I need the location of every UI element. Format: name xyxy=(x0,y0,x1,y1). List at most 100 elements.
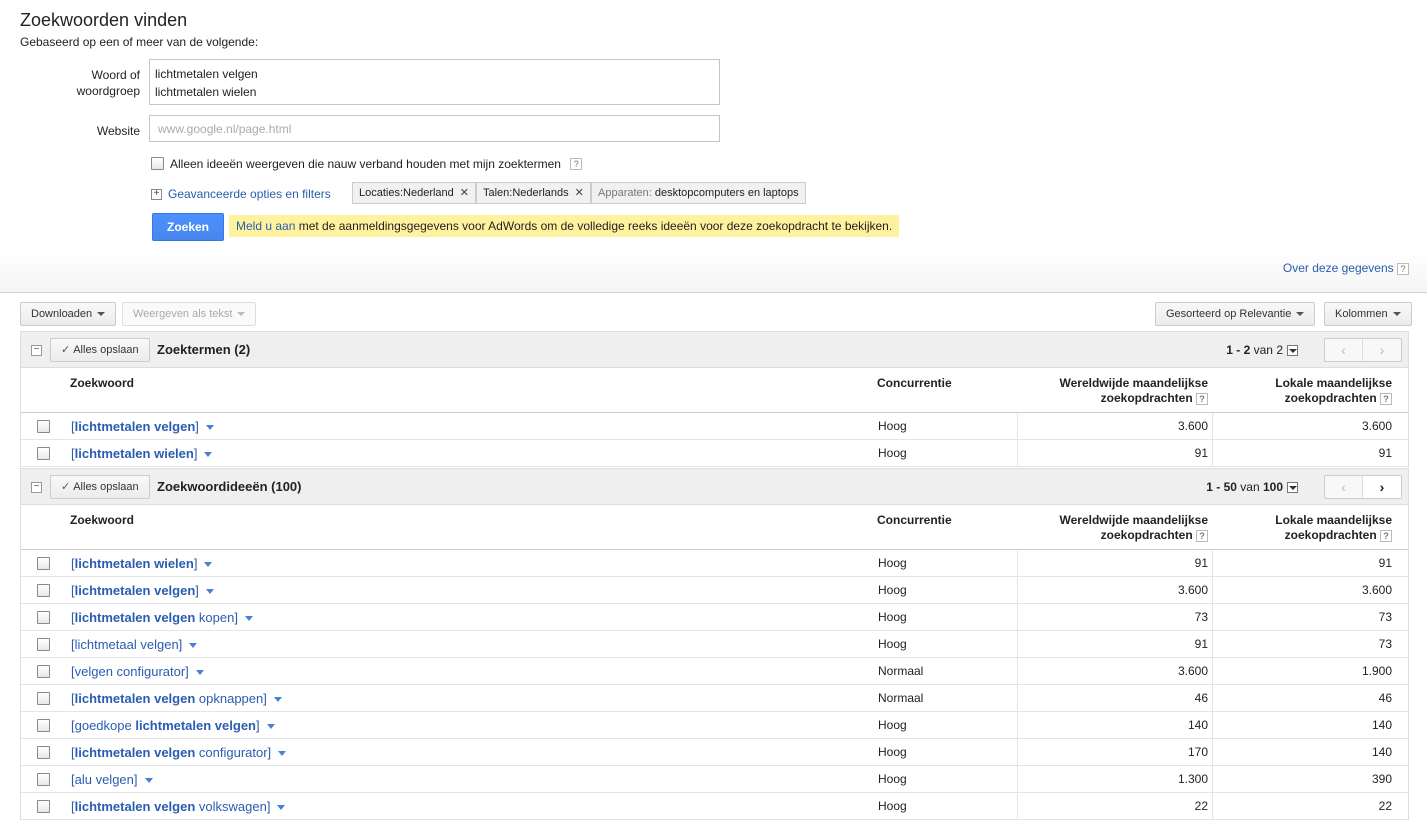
chevron-left-icon[interactable]: ‹ xyxy=(1325,339,1363,361)
sign-in-link[interactable]: Meld u aan xyxy=(236,219,295,233)
column-divider xyxy=(1212,685,1213,711)
remove-icon[interactable]: ✕ xyxy=(460,187,469,199)
remove-icon[interactable]: ✕ xyxy=(575,187,584,199)
about-data-label: Over deze gegevens xyxy=(1282,261,1394,275)
caret-down-icon[interactable] xyxy=(278,751,287,757)
show-as-text-button[interactable]: Weergeven als tekst xyxy=(122,302,257,326)
keyword-link[interactable]: [lichtmetalen wielen] xyxy=(71,446,213,461)
row-checkbox[interactable] xyxy=(37,800,50,813)
columns-dropdown[interactable]: Kolommen xyxy=(1324,302,1412,326)
col-keyword[interactable]: Zoekwoord xyxy=(70,513,134,528)
global-searches-value: 140 xyxy=(1187,718,1208,732)
caret-down-icon[interactable] xyxy=(189,643,198,649)
help-icon[interactable]: ? xyxy=(1196,529,1208,542)
help-icon[interactable]: ? xyxy=(1397,262,1409,275)
col-global[interactable]: Wereldwijde maandelijkse zoekopdrachten ? xyxy=(1059,513,1208,543)
keyword-link[interactable]: [lichtmetalen wielen] xyxy=(71,556,213,571)
row-checkbox[interactable] xyxy=(37,584,50,597)
column-divider xyxy=(1017,631,1018,657)
chip-languages[interactable]: Talen:Nederlands ✕ xyxy=(476,182,591,204)
caret-down-icon[interactable] xyxy=(244,616,253,622)
col-local[interactable]: Lokale maandelijkse zoekopdrachten ? xyxy=(1275,513,1392,543)
row-checkbox[interactable] xyxy=(37,611,50,624)
search-button[interactable]: Zoeken xyxy=(152,213,224,241)
help-icon[interactable]: ? xyxy=(1380,392,1392,405)
competition-value: Hoog xyxy=(878,583,907,597)
local-searches-value: 73 xyxy=(1378,610,1392,624)
col-competition[interactable]: Concurrentie xyxy=(877,513,952,528)
keyword-link[interactable]: [velgen configurator] xyxy=(71,664,204,679)
keyword-label-line-1: Woord of xyxy=(91,68,140,82)
row-checkbox[interactable] xyxy=(37,719,50,732)
col-global-line-2: zoekopdrachten xyxy=(1100,528,1193,542)
row-checkbox[interactable] xyxy=(37,665,50,678)
row-checkbox[interactable] xyxy=(37,746,50,759)
keyword-text: ] xyxy=(195,419,199,434)
chip-devices[interactable]: Apparaten: desktopcomputers en laptops xyxy=(591,182,806,204)
caret-down-icon[interactable] xyxy=(204,452,213,458)
collapse-minus-icon[interactable]: − xyxy=(31,345,42,356)
competition-value: Hoog xyxy=(878,799,907,813)
column-divider xyxy=(1212,604,1213,630)
about-data-link[interactable]: Over deze gegevens ? xyxy=(1283,261,1409,275)
keyword-text: ] xyxy=(195,583,199,598)
keyword-link[interactable]: [lichtmetalen velgen configurator] xyxy=(71,745,287,760)
advanced-options-link[interactable]: + Geavanceerde opties en filters xyxy=(151,184,331,204)
help-icon[interactable]: ? xyxy=(1196,392,1208,405)
col-competition[interactable]: Concurrentie xyxy=(877,376,952,391)
save-all-button[interactable]: ✓ Alles opslaan xyxy=(50,338,150,362)
pager-dropdown-icon[interactable] xyxy=(1287,482,1298,494)
row-checkbox[interactable] xyxy=(37,692,50,705)
col-global[interactable]: Wereldwijde maandelijkse zoekopdrachten ? xyxy=(1059,376,1208,406)
caret-down-icon[interactable] xyxy=(273,697,282,703)
caret-down-icon[interactable] xyxy=(277,805,286,811)
keyword-link[interactable]: [lichtmetalen velgen kopen] xyxy=(71,610,253,625)
row-checkbox[interactable] xyxy=(37,447,50,460)
col-local[interactable]: Lokale maandelijkse zoekopdrachten ? xyxy=(1275,376,1392,406)
column-divider xyxy=(1017,712,1018,738)
caret-down-icon[interactable] xyxy=(144,778,153,784)
sign-in-notice: Meld u aan met de aanmeldingsgegevens vo… xyxy=(229,215,900,237)
caret-down-icon xyxy=(1392,312,1401,317)
keyword-link[interactable]: [lichtmetalen velgen] xyxy=(71,583,214,598)
keyword-link[interactable]: [lichtmetalen velgen opknappen] xyxy=(71,691,282,706)
keyword-link[interactable]: [lichtmetalen velgen volkswagen] xyxy=(71,799,286,814)
keyword-match: lichtmetalen velgen xyxy=(74,583,196,598)
column-divider xyxy=(1017,604,1018,630)
caret-down-icon[interactable] xyxy=(195,670,204,676)
download-button[interactable]: Downloaden xyxy=(20,302,117,326)
row-checkbox[interactable] xyxy=(37,420,50,433)
caret-down-icon[interactable] xyxy=(205,425,214,431)
pager-nav: ‹ › xyxy=(1324,475,1402,499)
sort-dropdown[interactable]: Gesorteerd op Relevantie xyxy=(1155,302,1316,326)
keyword-link[interactable]: [alu velgen] xyxy=(71,772,153,787)
keyword-ideas-table: − ✓ Alles opslaan Zoekwoordideeën (100) 1… xyxy=(20,468,1409,820)
keyword-link[interactable]: [goedkope lichtmetalen velgen] xyxy=(71,718,275,733)
keyword-link[interactable]: [lichtmetaal velgen] xyxy=(71,637,198,652)
caret-down-icon[interactable] xyxy=(204,562,213,568)
help-icon[interactable]: ? xyxy=(1380,529,1392,542)
row-checkbox[interactable] xyxy=(37,638,50,651)
col-keyword[interactable]: Zoekwoord xyxy=(70,376,134,391)
search-terms-rows: [lichtmetalen velgen] Hoog 3.600 3.600 [lich… xyxy=(21,413,1408,467)
chevron-right-icon[interactable]: › xyxy=(1363,339,1401,361)
caret-down-icon xyxy=(1296,312,1305,317)
website-input[interactable] xyxy=(149,115,720,142)
caret-down-icon[interactable] xyxy=(266,724,275,730)
chevron-left-icon[interactable]: ‹ xyxy=(1325,476,1363,498)
collapse-minus-icon[interactable]: − xyxy=(31,482,42,493)
pager-dropdown-icon[interactable] xyxy=(1287,345,1298,357)
page-title: Zoekwoorden vinden xyxy=(20,10,188,30)
keyword-input[interactable] xyxy=(149,59,720,105)
help-icon[interactable]: ? xyxy=(570,157,583,170)
row-checkbox[interactable] xyxy=(37,557,50,570)
chevron-right-icon[interactable]: › xyxy=(1363,476,1401,498)
chip-locations[interactable]: Locaties:Nederland ✕ xyxy=(352,182,477,204)
keyword-text: kopen] xyxy=(195,610,238,625)
save-all-button[interactable]: ✓ Alles opslaan xyxy=(50,475,150,499)
row-checkbox[interactable] xyxy=(37,773,50,786)
caret-down-icon[interactable] xyxy=(205,589,214,595)
only-related-checkbox[interactable] xyxy=(151,157,164,171)
keyword-text: configurator] xyxy=(195,745,272,760)
keyword-link[interactable]: [lichtmetalen velgen] xyxy=(71,419,214,434)
